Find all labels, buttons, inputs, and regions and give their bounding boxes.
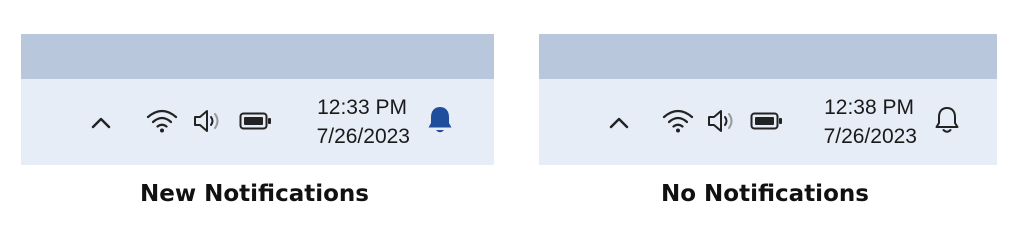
bell-filled-icon[interactable] bbox=[424, 103, 456, 137]
clock[interactable]: 12:33 PM 7/26/2023 bbox=[300, 93, 410, 151]
clock-time: 12:33 PM bbox=[317, 96, 407, 119]
clock-date: 7/26/2023 bbox=[316, 125, 410, 148]
desktop-background bbox=[539, 34, 997, 79]
wifi-icon[interactable] bbox=[145, 106, 179, 136]
clock[interactable]: 12:38 PM 7/26/2023 bbox=[807, 93, 917, 151]
taskbar-example-new-notifications: 12:33 PM 7/26/2023 bbox=[21, 34, 494, 165]
taskbar: 12:33 PM 7/26/2023 bbox=[21, 79, 494, 165]
clock-date: 7/26/2023 bbox=[823, 125, 917, 148]
clock-time: 12:38 PM bbox=[824, 96, 914, 119]
chevron-up-icon[interactable] bbox=[606, 110, 632, 136]
desktop-background bbox=[21, 34, 494, 79]
volume-icon[interactable] bbox=[705, 106, 739, 136]
bell-outline-icon[interactable] bbox=[931, 103, 963, 137]
battery-icon[interactable] bbox=[238, 108, 274, 134]
caption-new-notifications: New Notifications bbox=[140, 181, 369, 207]
taskbar: 12:38 PM 7/26/2023 bbox=[539, 79, 997, 165]
caption-no-notifications: No Notifications bbox=[661, 181, 869, 207]
wifi-icon[interactable] bbox=[661, 106, 695, 136]
taskbar-example-no-notifications: 12:38 PM 7/26/2023 bbox=[539, 34, 997, 165]
chevron-up-icon[interactable] bbox=[88, 110, 114, 136]
battery-icon[interactable] bbox=[749, 108, 785, 134]
volume-icon[interactable] bbox=[191, 106, 225, 136]
